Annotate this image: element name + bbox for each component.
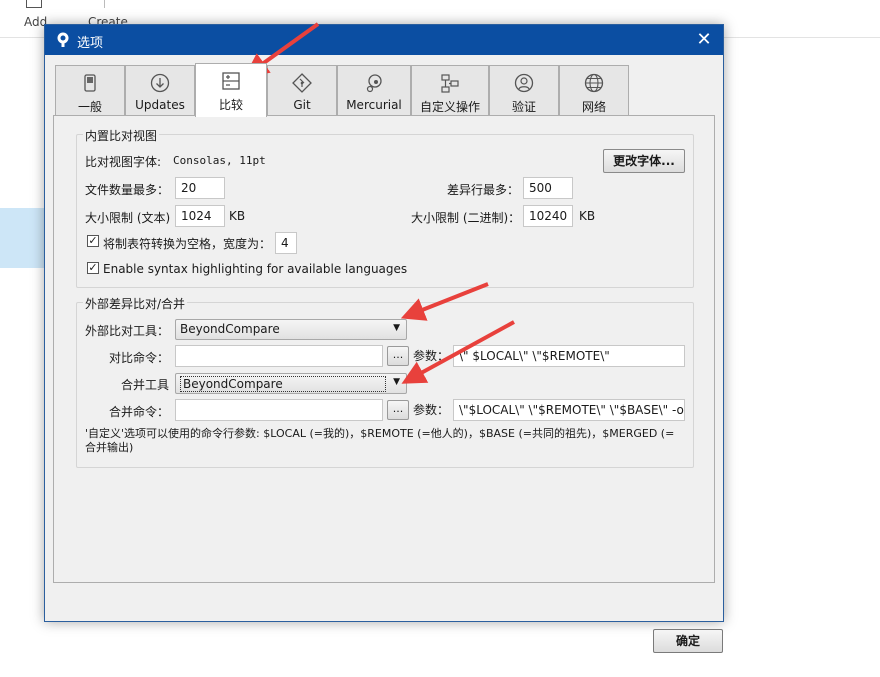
diff-tool-label: 外部比对工具： — [85, 324, 170, 338]
size-limit-binary-input[interactable]: 10240 — [523, 205, 573, 227]
change-font-button[interactable]: 更改字体... — [603, 149, 685, 173]
chevron-down-icon: ▼ — [393, 323, 400, 333]
tab-mercurial[interactable]: Mercurial — [337, 65, 411, 115]
diff-args-input[interactable]: \" $LOCAL\" \"$REMOTE\" — [453, 345, 685, 367]
tab-strip: 一般 Updates 比较 Git Mercurial 自定义操作 验证 网络 — [53, 63, 715, 117]
mercurial-drop-icon — [366, 74, 382, 93]
tab-general[interactable]: 一般 — [55, 65, 125, 115]
merge-command-input[interactable] — [175, 399, 383, 421]
size-limit-binary-label: 大小限制 (二进制)： — [411, 211, 521, 225]
tab-label: Mercurial — [346, 98, 402, 112]
diff-command-input[interactable] — [175, 345, 383, 367]
diff-settings-panel: 内置比对视图 比对视图字体: Consolas, 11pt 更改字体... 文件… — [53, 115, 715, 583]
merge-command-label: 合并命令： — [109, 405, 170, 419]
add-icon[interactable] — [26, 0, 42, 8]
merge-command-browse-button[interactable]: ... — [387, 400, 409, 420]
max-files-label: 文件数量最多： — [85, 183, 170, 197]
external-diff-group: 外部差异比对/合并 外部比对工具： BeyondCompare ▼ 对比命令： … — [76, 295, 694, 468]
git-diamond-icon — [292, 73, 312, 93]
kb-unit-label: KB — [229, 209, 246, 223]
chevron-down-icon: ▼ — [393, 377, 400, 387]
custom-action-flow-icon — [441, 74, 459, 93]
tabs-to-spaces-checkbox[interactable]: ✓ — [87, 235, 99, 247]
size-limit-text-input[interactable]: 1024 — [175, 205, 225, 227]
tab-label: Git — [293, 98, 311, 112]
toolbar-separator — [104, 0, 105, 8]
max-lines-label: 差异行最多： — [447, 183, 520, 197]
ok-button[interactable]: 确定 — [653, 629, 723, 653]
dialog-content: 一般 Updates 比较 Git Mercurial 自定义操作 验证 网络 … — [53, 63, 723, 653]
diff-command-browse-button[interactable]: ... — [387, 346, 409, 366]
tab-label: 比较 — [218, 98, 243, 112]
dialog-titlebar[interactable]: 选项 ✕ — [45, 25, 723, 55]
size-limit-text-label: 大小限制 (文本) — [85, 211, 171, 225]
tab-label: Updates — [135, 98, 185, 112]
merge-tool-dropdown[interactable]: BeyondCompare ▼ — [175, 373, 407, 394]
tab-git[interactable]: Git — [267, 65, 337, 115]
merge-args-input[interactable]: \"$LOCAL\" \"$REMOTE\" \"$BASE\" -o — [453, 399, 685, 421]
tab-width-input[interactable]: 4 — [275, 232, 297, 254]
merge-args-label: 参数： — [413, 403, 450, 417]
group-legend: 内置比对视图 — [83, 127, 160, 144]
options-dialog: 选项 ✕ 一般 Updates 比较 Git Mercurial 自定义操作 验… — [44, 24, 724, 653]
max-files-input[interactable]: 20 — [175, 177, 225, 199]
selected-row-highlight — [0, 208, 44, 268]
tab-network[interactable]: 网络 — [559, 65, 629, 115]
diff-tool-dropdown[interactable]: BeyondCompare ▼ — [175, 319, 407, 340]
builtin-diff-group: 内置比对视图 比对视图字体: Consolas, 11pt 更改字体... 文件… — [76, 127, 694, 288]
download-arrow-icon — [150, 73, 170, 93]
tab-custom-actions[interactable]: 自定义操作 — [411, 65, 489, 115]
globe-icon — [584, 73, 604, 93]
toggle-switch-icon — [84, 74, 96, 92]
tabs-to-spaces-label: 将制表符转换为空格，宽度为： — [103, 237, 272, 251]
group-legend: 外部差异比对/合并 — [83, 295, 188, 312]
diff-command-label: 对比命令： — [109, 351, 170, 365]
merge-tool-value: BeyondCompare — [180, 376, 386, 392]
diff-compare-icon — [222, 72, 240, 90]
dialog-title: 选项 — [77, 36, 104, 51]
diff-font-value: Consolas, 11pt — [173, 154, 266, 167]
diff-tool-value: BeyondCompare — [180, 322, 280, 336]
tab-label: 一般 — [77, 100, 102, 114]
tab-authentication[interactable]: 验证 — [489, 65, 559, 115]
tab-diff[interactable]: 比较 — [195, 63, 267, 117]
user-auth-icon — [514, 73, 534, 93]
syntax-highlight-checkbox[interactable]: ✓ — [87, 262, 99, 274]
kb-unit-label: KB — [579, 209, 596, 223]
syntax-highlight-label: Enable syntax highlighting for available… — [103, 262, 408, 276]
max-lines-input[interactable]: 500 — [523, 177, 573, 199]
tab-label: 网络 — [581, 100, 606, 114]
arguments-help-text: '自定义'选项可以使用的命令行参数: $LOCAL (=我的)，$REMOTE … — [85, 427, 675, 454]
tab-label: 验证 — [511, 100, 536, 114]
sourcetree-app-icon — [57, 32, 69, 47]
diff-args-label: 参数： — [413, 349, 450, 363]
merge-tool-label: 合并工具 — [121, 378, 170, 392]
close-icon[interactable]: ✕ — [693, 29, 715, 51]
tab-updates[interactable]: Updates — [125, 65, 195, 115]
tab-label: 自定义操作 — [419, 100, 480, 114]
diff-font-label: 比对视图字体: — [85, 155, 162, 169]
